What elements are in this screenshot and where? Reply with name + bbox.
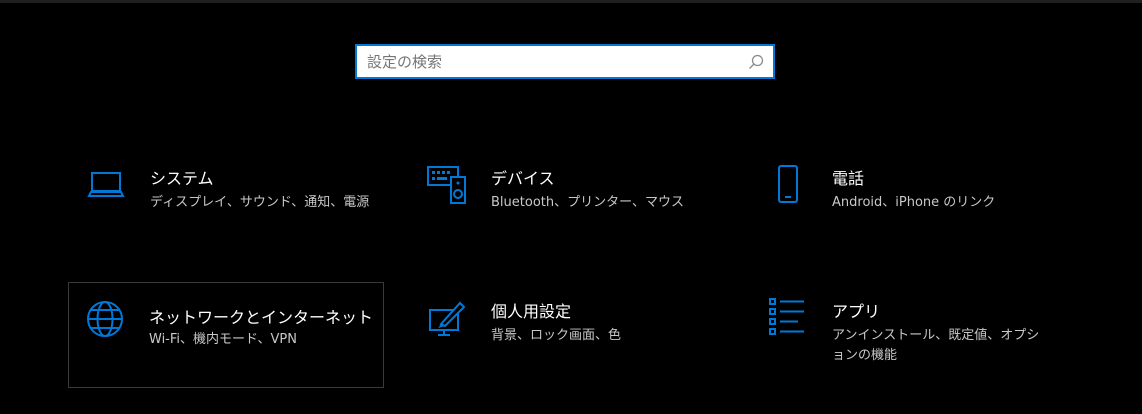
devices-icon: [427, 166, 466, 204]
tile-apps[interactable]: アプリ アンインストール、既定値、オプションの機能: [752, 298, 1068, 404]
apps-list-icon: [769, 298, 804, 335]
personalization-icon: [429, 301, 466, 336]
tile-title: システム: [150, 169, 214, 188]
tile-personalization[interactable]: 個人用設定 背景、ロック画面、色: [411, 298, 727, 404]
laptop-icon: [87, 172, 125, 197]
tile-title: ネットワークとインターネット: [149, 308, 374, 327]
tile-description: ディスプレイ、サウンド、通知、電源: [150, 195, 370, 210]
tile-title: 個人用設定: [491, 302, 572, 321]
tile-phone[interactable]: 電話 Android、iPhone のリンク: [752, 165, 1068, 271]
tile-network-internet[interactable]: ネットワークとインターネット Wi-Fi、機内モード、VPN: [68, 282, 384, 388]
phone-icon: [778, 165, 798, 203]
tile-description: 背景、ロック画面、色: [491, 328, 622, 343]
settings-search-box[interactable]: [355, 44, 775, 79]
title-bar-strip: [0, 0, 1142, 3]
tile-description: Bluetooth、プリンター、マウス: [491, 195, 684, 210]
search-icon[interactable]: [747, 53, 765, 71]
tile-devices[interactable]: デバイス Bluetooth、プリンター、マウス: [411, 165, 727, 271]
tile-description: Wi-Fi、機内モード、VPN: [149, 332, 297, 347]
globe-icon: [87, 301, 123, 337]
tile-description: Android、iPhone のリンク: [832, 195, 996, 210]
tile-description: アンインストール、既定値、オプションの機能: [832, 328, 1040, 363]
tile-title: 電話: [832, 169, 865, 188]
tile-system[interactable]: システム ディスプレイ、サウンド、通知、電源: [70, 165, 386, 271]
tile-title: アプリ: [832, 302, 881, 321]
search-input[interactable]: [367, 46, 737, 77]
tile-title: デバイス: [491, 169, 555, 188]
